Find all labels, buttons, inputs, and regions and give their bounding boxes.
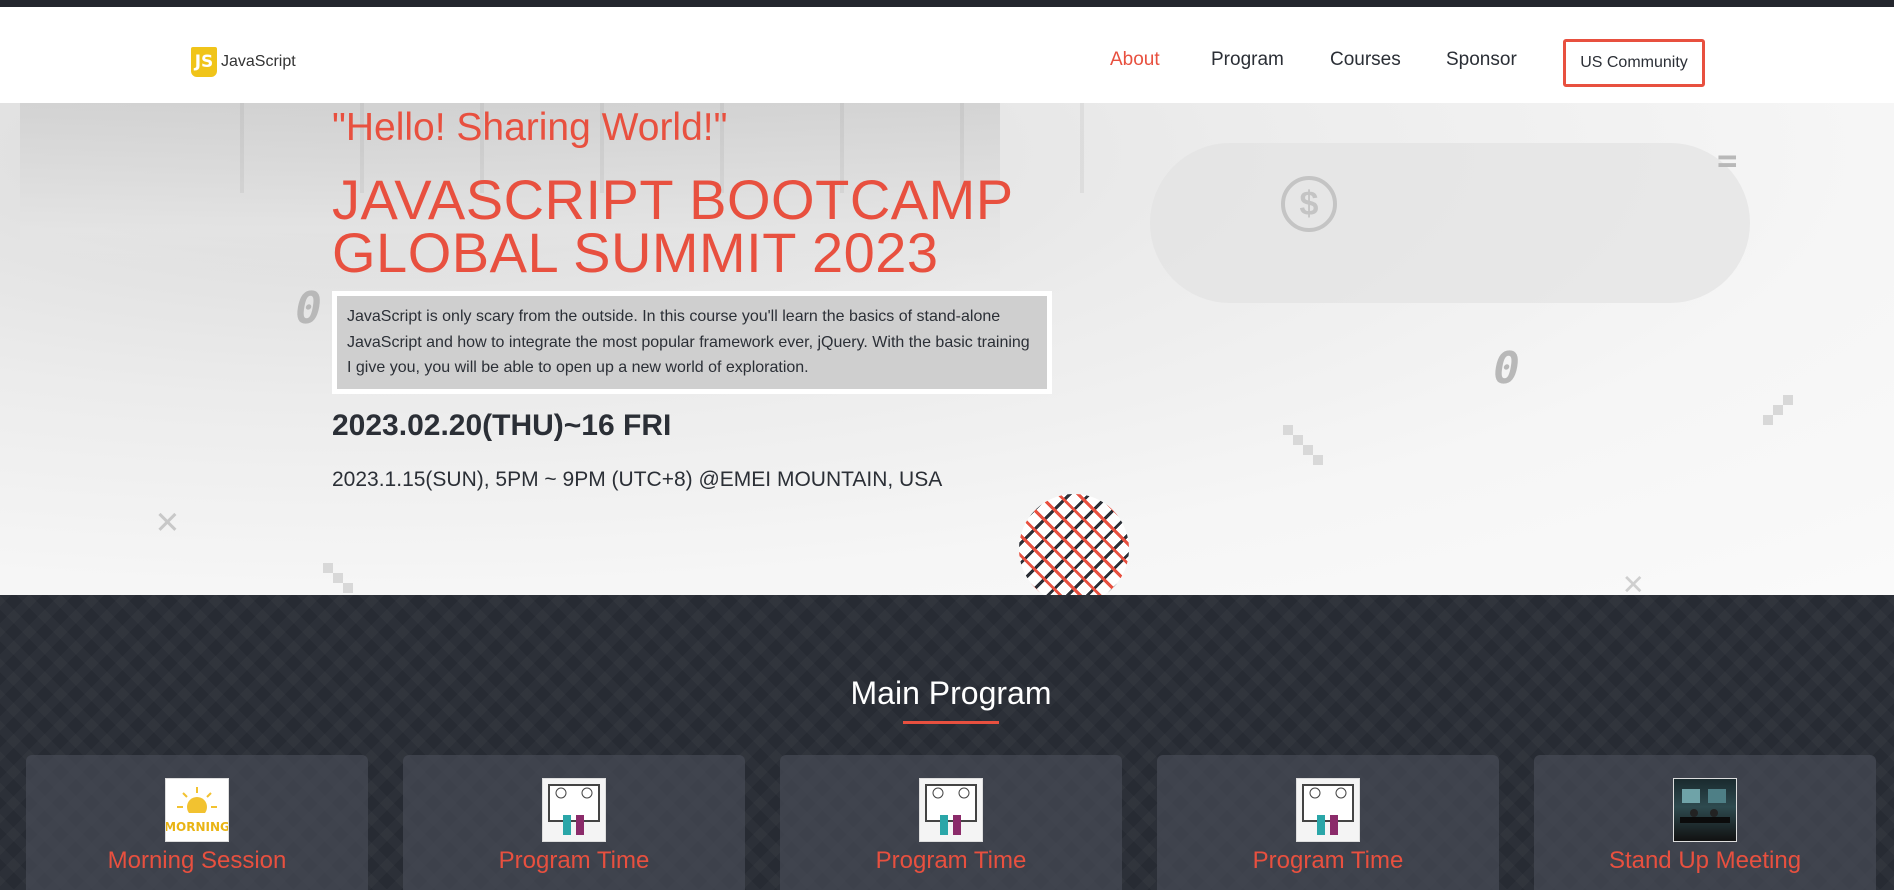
site-header: JS JavaScript About Program Courses Spon… bbox=[0, 7, 1894, 103]
comic-image bbox=[542, 778, 606, 842]
card-title: Program Time bbox=[1252, 847, 1404, 874]
pixel-decoration bbox=[1283, 425, 1293, 435]
us-community-button[interactable]: US Community bbox=[1563, 39, 1705, 87]
pixel-decoration bbox=[1773, 405, 1783, 415]
program-card[interactable]: MORNING Morning Session bbox=[26, 755, 368, 890]
equals-icon: = bbox=[1717, 141, 1738, 181]
svg-text:MORNING: MORNING bbox=[166, 820, 228, 834]
nav-sponsor[interactable]: Sponsor bbox=[1446, 49, 1517, 71]
event-date: 2023.02.20(THU)~16 FRI bbox=[332, 409, 672, 442]
program-card[interactable]: Program Time bbox=[780, 755, 1122, 890]
comic-image bbox=[1296, 778, 1360, 842]
hero-title-line: GLOBAL SUMMIT 2023 bbox=[332, 221, 939, 284]
morning-image: MORNING bbox=[165, 778, 229, 842]
comic-illustration-icon bbox=[925, 784, 977, 835]
comic-illustration-icon bbox=[1302, 784, 1354, 835]
pixel-decoration bbox=[333, 573, 343, 583]
title-underline bbox=[903, 721, 999, 724]
comic-illustration-icon bbox=[548, 784, 600, 835]
hero-section: $ = 0 0 ✕ ✕ "Hello! Sharing World!" JAVA… bbox=[0, 103, 1894, 595]
top-strip bbox=[0, 0, 1894, 7]
pixel-decoration bbox=[1303, 445, 1313, 455]
pixel-decoration bbox=[323, 563, 333, 573]
hero-description: JavaScript is only scary from the outsid… bbox=[337, 296, 1047, 389]
main-program-section: Main Program MORNING Morning Session Pro… bbox=[0, 595, 1894, 890]
nav-courses[interactable]: Courses bbox=[1330, 49, 1401, 71]
program-card[interactable]: Program Time bbox=[1157, 755, 1499, 890]
hero-description-box: JavaScript is only scary from the outsid… bbox=[332, 291, 1052, 394]
dotted-circle-decoration bbox=[1019, 494, 1129, 595]
sun-icon: MORNING bbox=[166, 787, 228, 841]
comic-image bbox=[919, 778, 983, 842]
zero-glyph-icon: 0 bbox=[1488, 343, 1524, 394]
pixel-decoration bbox=[1293, 435, 1303, 445]
zero-glyph-icon: 0 bbox=[290, 283, 326, 334]
nav-program[interactable]: Program bbox=[1211, 49, 1284, 71]
pixel-decoration bbox=[1763, 415, 1773, 425]
section-title: Main Program bbox=[850, 675, 1052, 711]
main-nav: About Program Courses Sponsor US Communi… bbox=[0, 39, 1894, 87]
meeting-room-icon bbox=[1680, 789, 1730, 823]
hero-tagline: "Hello! Sharing World!" bbox=[332, 106, 728, 149]
cross-icon: ✕ bbox=[156, 498, 179, 542]
program-card[interactable]: Stand Up Meeting bbox=[1534, 755, 1876, 890]
pixel-decoration bbox=[1313, 455, 1323, 465]
dollar-icon: $ bbox=[1281, 176, 1337, 232]
hero-background-shape bbox=[1150, 143, 1750, 303]
card-title: Morning Session bbox=[107, 847, 287, 874]
hero-title: JAVASCRIPT BOOTCAMP GLOBAL SUMMIT 2023 bbox=[332, 172, 1014, 281]
card-title: Stand Up Meeting bbox=[1608, 847, 1802, 874]
nav-about[interactable]: About bbox=[1110, 49, 1160, 71]
pixel-decoration bbox=[343, 583, 353, 593]
event-location: 2023.1.15(SUN), 5PM ~ 9PM (UTC+8) @EMEI … bbox=[332, 468, 943, 491]
meeting-image bbox=[1673, 778, 1737, 842]
program-card[interactable]: Program Time bbox=[403, 755, 745, 890]
card-title: Program Time bbox=[498, 847, 650, 874]
pixel-decoration bbox=[1783, 395, 1793, 405]
card-title: Program Time bbox=[875, 847, 1027, 874]
cross-icon: ✕ bbox=[1623, 563, 1644, 595]
